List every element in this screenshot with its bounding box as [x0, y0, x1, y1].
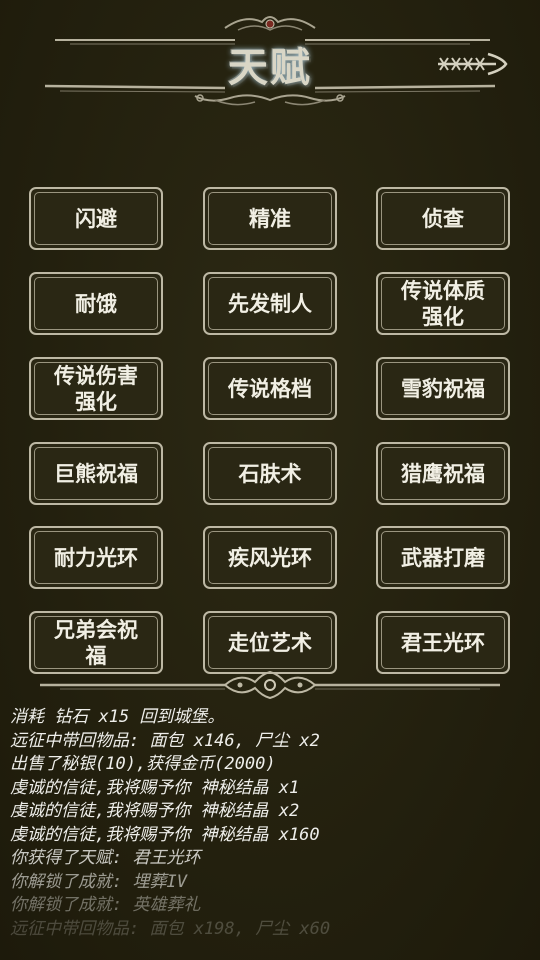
talent-label: 雪豹祝福 [401, 375, 485, 401]
talent-button-legendary-constitution[interactable]: 传说体质强化 [376, 272, 510, 335]
header-bar: 天赋 [0, 0, 540, 115]
talent-label: 武器打磨 [401, 544, 485, 570]
talent-label: 传说伤害强化 [54, 362, 138, 414]
talent-button-stoneskin[interactable]: 石肤术 [203, 442, 337, 505]
talent-button-bear-blessing[interactable]: 巨熊祝福 [29, 442, 163, 505]
talent-label: 猎鹰祝福 [401, 460, 485, 486]
talent-button-hunger-resist[interactable]: 耐饿 [29, 272, 163, 335]
log-line: 你获得了天赋: 君王光环 [10, 848, 201, 868]
log-line: 虔诚的信徒,我将赐予你 神秘结晶 x160 [10, 824, 320, 845]
talent-button-falcon-blessing[interactable]: 猎鹰祝福 [376, 442, 510, 505]
talent-label: 君王光环 [401, 629, 485, 655]
page-title: 天赋 [228, 44, 312, 91]
talent-label: 传说格档 [228, 375, 312, 401]
talent-button-legendary-damage[interactable]: 传说伤害强化 [29, 357, 163, 420]
talent-label: 兄弟会祝福 [54, 616, 138, 668]
arrow-back-icon [438, 52, 508, 76]
talent-label: 先发制人 [228, 290, 312, 316]
talent-label: 走位艺术 [228, 629, 312, 655]
talent-button-brotherhood-blessing[interactable]: 兄弟会祝福 [29, 611, 163, 674]
talent-button-first-strike[interactable]: 先发制人 [203, 272, 337, 335]
talent-label: 石肤术 [238, 460, 302, 486]
talent-label: 侦查 [422, 205, 464, 231]
talent-label: 精准 [249, 205, 291, 231]
talent-label: 耐饿 [75, 290, 117, 316]
back-button[interactable] [432, 44, 512, 84]
talent-button-weapon-sharpen[interactable]: 武器打磨 [376, 526, 510, 589]
talent-label: 疾风光环 [228, 544, 312, 570]
talent-label: 巨熊祝福 [54, 460, 138, 486]
talent-button-precision[interactable]: 精准 [203, 187, 337, 250]
talent-label: 闪避 [75, 205, 117, 231]
log-line: 虔诚的信徒,我将赐予你 神秘结晶 x2 [10, 801, 300, 821]
talent-button-gale-aura[interactable]: 疾风光环 [203, 526, 337, 589]
talent-button-art-of-movement[interactable]: 走位艺术 [203, 611, 337, 674]
log-line: 远征中带回物品: 面包 x198, 尸尘 x60 [10, 918, 331, 939]
talent-button-snow-leopard-blessing[interactable]: 雪豹祝福 [376, 357, 510, 420]
log-line: 消耗 钻石 x15 回到城堡。 [10, 707, 225, 727]
talent-screen: 天赋 闪避 精准 侦查 耐饿 先发制人 传说体质强化 传说伤害强化 传说格档 雪… [0, 0, 540, 960]
log-line: 你解锁了成就: 英雄葬礼 [10, 895, 201, 915]
talent-button-scout[interactable]: 侦查 [376, 187, 510, 250]
log-line: 你解锁了成就: 埋葬IV [10, 871, 187, 892]
talent-label: 传说体质强化 [401, 277, 485, 329]
talent-label: 耐力光环 [54, 544, 138, 570]
log-line: 虔诚的信徒,我将赐予你 神秘结晶 x1 [10, 777, 300, 798]
talent-button-dodge[interactable]: 闪避 [29, 187, 163, 250]
talent-button-legendary-block[interactable]: 传说格档 [203, 357, 337, 420]
ornamental-divider [40, 670, 500, 700]
talent-button-stamina-aura[interactable]: 耐力光环 [29, 526, 163, 589]
log-line: 出售了秘银(10),获得金币(2000) [10, 754, 276, 774]
message-log[interactable]: 消耗 钻石 x15 回到城堡。 远征中带回物品: 面包 x146, 尸尘 x2 … [10, 706, 535, 960]
talent-button-kings-aura[interactable]: 君王光环 [376, 611, 510, 674]
log-line: 远征中带回物品: 面包 x146, 尸尘 x2 [10, 730, 320, 751]
